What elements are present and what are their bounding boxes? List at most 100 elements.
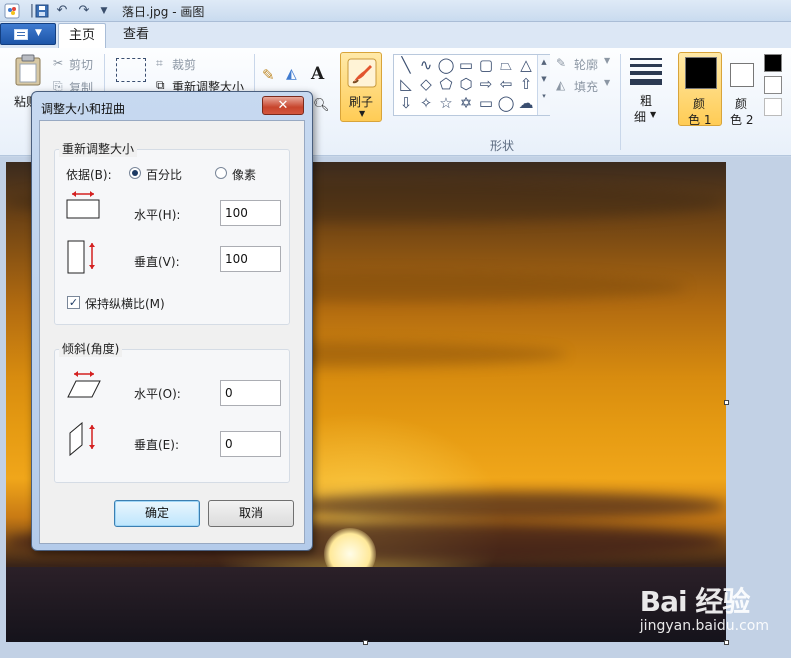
paste-icon[interactable] xyxy=(14,54,42,86)
scissors-icon: ✂ xyxy=(53,56,64,70)
left-arrow-shape-icon[interactable]: ⇦ xyxy=(496,75,516,93)
up-arrow-shape-icon[interactable]: ⇧ xyxy=(516,75,536,93)
horizontal-skew-icon xyxy=(67,371,101,398)
ribbon-tab-row: ▼ 主页 查看 xyxy=(0,22,791,48)
skew-vertical-input[interactable] xyxy=(220,431,281,457)
keep-ratio-label[interactable]: 保持纵横比(M) xyxy=(85,295,165,312)
chevron-down-icon: ▼ xyxy=(359,109,366,118)
chevron-down-icon: ▼ xyxy=(604,56,611,65)
color1-button[interactable]: 颜 色 1 xyxy=(678,52,722,127)
curve-shape-icon[interactable]: ∿ xyxy=(416,56,436,74)
shapes-group-label: 形状 xyxy=(490,139,515,153)
shapes-gallery[interactable]: ╲ ∿ ◯ ▭ ▢ ⏢ △ ◺ ◇ ⬠ ⬡ ⇨ ⇦ ⇧ ⇩ ✧ ☆ ✡ ▭ ◯ … xyxy=(393,54,550,116)
fill-bucket-icon[interactable]: ◭ xyxy=(286,66,297,82)
cancel-button[interactable]: 取消 xyxy=(208,500,294,527)
skew-group-label: 倾斜(角度) xyxy=(59,340,123,357)
hexagon-shape-icon[interactable]: ⬡ xyxy=(456,75,476,93)
dialog-title: 调整大小和扭曲 xyxy=(41,102,126,116)
skew-vertical-label: 垂直(E): xyxy=(134,438,179,452)
close-button[interactable]: ✕ xyxy=(262,96,304,115)
save-icon[interactable] xyxy=(34,3,50,19)
line-width-icon[interactable] xyxy=(630,58,662,86)
resize-handle-bottom[interactable] xyxy=(363,640,368,645)
ribbon-separator xyxy=(620,54,621,150)
redo-icon[interactable]: ↷ xyxy=(76,3,92,19)
brushes-button[interactable]: 刷子 ▼ xyxy=(340,52,382,122)
chevron-down-icon: ▼ xyxy=(35,28,42,38)
vertical-skew-icon xyxy=(69,421,95,457)
skew-horizontal-input[interactable] xyxy=(220,380,281,406)
outline-icon: ✎ xyxy=(556,56,567,70)
palette-swatch-black[interactable] xyxy=(764,54,782,72)
dialog-client-area: 重新调整大小 依据(B): 百分比 像素 水平(H): 垂直(V): ✓ 保持纵… xyxy=(39,120,305,544)
resize-group-label: 重新调整大小 xyxy=(59,140,138,157)
percent-radio[interactable] xyxy=(129,167,141,179)
paint-app-icon[interactable] xyxy=(4,3,20,19)
four-point-star-shape-icon[interactable]: ✧ xyxy=(416,94,436,112)
pixels-radio[interactable] xyxy=(215,167,227,179)
resize-skew-dialog: 调整大小和扭曲 ✕ 重新调整大小 依据(B): 百分比 像素 水平(H): 垂直… xyxy=(31,91,313,551)
color2-label-line2: 色 2 xyxy=(730,113,754,127)
shapes-scrollbar[interactable]: ▲ ▼ ▾ xyxy=(537,55,550,115)
window-title: 落日.jpg - 画图 xyxy=(122,5,205,19)
percent-label[interactable]: 百分比 xyxy=(146,166,182,183)
keep-ratio-checkbox[interactable]: ✓ xyxy=(67,296,80,309)
select-icon[interactable] xyxy=(116,58,146,82)
fill-button[interactable]: 填充 xyxy=(574,78,598,95)
paint-menu-button[interactable]: ▼ xyxy=(0,23,56,45)
by-label: 依据(B): xyxy=(66,168,112,182)
tab-home[interactable]: 主页 xyxy=(58,23,106,48)
customize-quick-access-icon[interactable]: ▼ xyxy=(96,3,112,19)
polygon-shape-icon[interactable]: ⏢ xyxy=(496,56,516,74)
color2-label-line1: 颜 xyxy=(735,97,748,111)
menu-icon xyxy=(14,29,28,40)
tab-view[interactable]: 查看 xyxy=(114,23,158,48)
pencil-icon[interactable]: ✎ xyxy=(262,66,275,84)
down-arrow-shape-icon[interactable]: ⇩ xyxy=(396,94,416,112)
diamond-shape-icon[interactable]: ◇ xyxy=(416,75,436,93)
title-bar: | ↶ ↷ ▼ 落日.jpg - 画图 xyxy=(0,0,791,22)
size-label-line1[interactable]: 粗 xyxy=(640,92,652,109)
magnifier-icon[interactable]: 🔍︎ xyxy=(313,98,330,113)
resize-horizontal-input[interactable] xyxy=(220,200,281,226)
resize-vertical-label: 垂直(V): xyxy=(134,255,180,269)
crop-button[interactable]: 裁剪 xyxy=(172,56,196,73)
text-tool-icon[interactable]: A xyxy=(311,64,324,84)
cloud-callout-shape-icon[interactable]: ☁ xyxy=(516,94,536,112)
fill-icon: ◭ xyxy=(556,78,566,92)
baidu-watermark: Bai 经验 jingyan.baidu.com xyxy=(640,580,769,634)
skew-horizontal-label: 水平(O): xyxy=(134,387,181,401)
resize-vertical-input[interactable] xyxy=(220,246,281,272)
brush-icon xyxy=(347,58,377,88)
oval-callout-shape-icon[interactable]: ◯ xyxy=(496,94,516,112)
color2-button[interactable]: 颜 色 2 xyxy=(722,52,766,127)
pixels-label[interactable]: 像素 xyxy=(232,166,256,183)
size-label-line2[interactable]: 细 xyxy=(634,108,646,125)
undo-icon[interactable]: ↶ xyxy=(54,3,70,19)
chevron-down-icon: ▼ xyxy=(650,110,657,119)
five-point-star-shape-icon[interactable]: ☆ xyxy=(436,94,456,112)
six-point-star-shape-icon[interactable]: ✡ xyxy=(456,94,476,112)
rectangle-shape-icon[interactable]: ▭ xyxy=(456,56,476,74)
color1-label-line1: 颜 xyxy=(693,97,706,111)
resize-handle-right[interactable] xyxy=(724,400,729,405)
rounded-callout-shape-icon[interactable]: ▭ xyxy=(476,94,496,112)
color1-label-line2: 色 1 xyxy=(688,113,712,127)
cut-button[interactable]: 剪切 xyxy=(69,56,93,73)
outline-button[interactable]: 轮廓 xyxy=(574,56,598,73)
right-arrow-shape-icon[interactable]: ⇨ xyxy=(476,75,496,93)
palette-swatch-white[interactable] xyxy=(764,76,782,94)
palette-swatch-empty[interactable] xyxy=(764,98,782,116)
oval-shape-icon[interactable]: ◯ xyxy=(436,56,456,74)
ok-button[interactable]: 确定 xyxy=(114,500,200,527)
triangle-shape-icon[interactable]: △ xyxy=(516,56,536,74)
right-triangle-shape-icon[interactable]: ◺ xyxy=(396,75,416,93)
rounded-rectangle-shape-icon[interactable]: ▢ xyxy=(476,56,496,74)
watermark-url: jingyan.baidu.com xyxy=(639,618,769,634)
pentagon-shape-icon[interactable]: ⬠ xyxy=(436,75,456,93)
chevron-down-icon: ▼ xyxy=(604,78,611,87)
horizontal-resize-icon xyxy=(66,191,100,219)
resize-horizontal-label: 水平(H): xyxy=(134,208,181,222)
resize-handle-corner[interactable] xyxy=(724,640,729,645)
line-shape-icon[interactable]: ╲ xyxy=(396,56,416,74)
